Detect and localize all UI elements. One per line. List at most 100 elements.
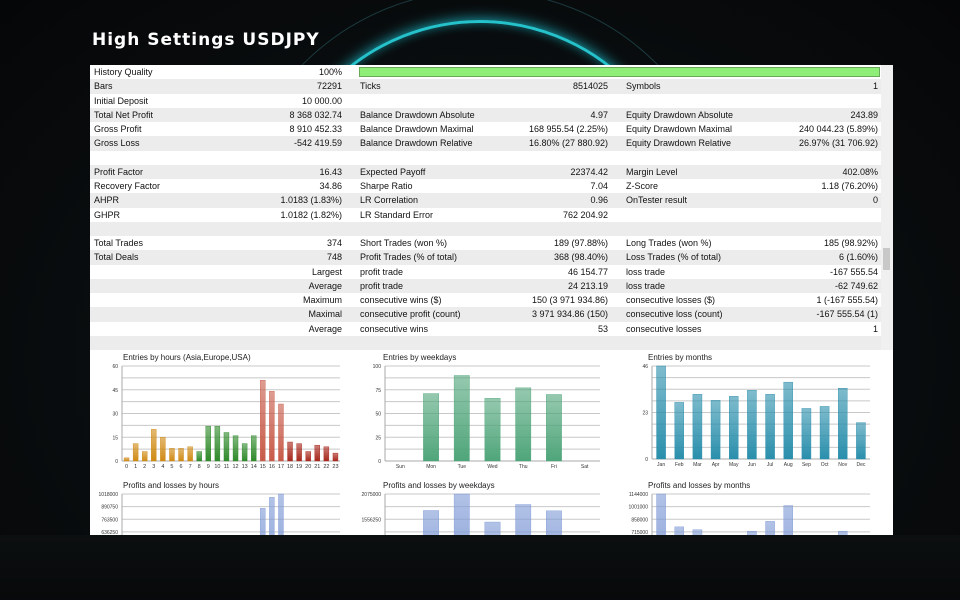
y-tick-label: 1001000 xyxy=(629,505,649,511)
chart-bar xyxy=(765,521,775,535)
chart-bar xyxy=(710,400,721,460)
x-tick-label: 23 xyxy=(332,464,338,470)
row-value: 46 154.77 xyxy=(567,266,608,277)
chart-bar xyxy=(314,444,320,462)
chart-bar xyxy=(546,510,562,535)
x-tick-label: 9 xyxy=(207,464,210,470)
row-value: 185 (98.92%) xyxy=(823,238,878,248)
x-tick-label: Sun xyxy=(396,464,405,470)
row-value: 16.80% (27 880.92) xyxy=(528,138,608,149)
chart-bar xyxy=(214,425,221,462)
x-tick-label: Sat xyxy=(581,464,589,470)
chart-bar xyxy=(453,493,470,535)
y-tick-label: 75 xyxy=(375,388,381,394)
row-value: 34.86 xyxy=(319,181,342,191)
y-tick-label: 0 xyxy=(645,457,648,463)
x-tick-label: Mon xyxy=(426,464,436,470)
chart-bar xyxy=(196,451,202,462)
row-value: Largest xyxy=(311,266,342,277)
report-row: Initial Deposit 10 000.00 xyxy=(90,94,881,108)
x-tick-label: 7 xyxy=(189,464,192,470)
chart-bar xyxy=(674,526,684,535)
vertical-scrollbar[interactable] xyxy=(881,65,893,350)
x-tick-label: Sep xyxy=(802,462,811,468)
row-value: 374 xyxy=(326,238,342,248)
row-label: Total Trades xyxy=(94,238,144,248)
x-tick-label: Jul xyxy=(767,462,773,468)
chart-svg: 0153045600 1 2 3 4 5 6 7 8 9 10 11 12 13 14 15 16 17 18 19 2… xyxy=(112,364,340,470)
y-tick-label: 23 xyxy=(642,411,648,417)
backtest-report-panel: History Quality 100% Bars 72291 Ticks 85140… xyxy=(90,65,893,535)
row-value: 240 044.23 (5.89%) xyxy=(798,124,878,134)
row-value: 1 xyxy=(872,323,878,334)
row-value: 1 (-167 555.54) xyxy=(816,295,878,305)
report-row: GHPR 1.0182 (1.82%) LR Standard Error 762 2… xyxy=(90,208,881,222)
row-label: Balance Drawdown Absolute xyxy=(360,109,475,120)
x-tick-label: 21 xyxy=(314,464,320,470)
row-label: consecutive profit (count) xyxy=(360,309,461,320)
x-tick-label: Apr xyxy=(712,462,720,468)
row-label: History Quality xyxy=(94,67,153,77)
chart-bar xyxy=(305,451,311,462)
row-value: 3 971 934.86 (150) xyxy=(531,309,608,320)
row-value: 4.97 xyxy=(590,109,608,120)
report-row: Largest profit trade 46 154.77 loss trade -1… xyxy=(90,265,881,279)
row-label: Balance Drawdown Relative xyxy=(360,138,473,149)
report-row: Average profit trade 24 213.19 loss trade -6… xyxy=(90,278,881,293)
history-quality-bar xyxy=(359,67,880,77)
row-value: Maximal xyxy=(308,309,342,320)
y-tick-label: 2075000 xyxy=(362,492,382,498)
row-label: consecutive losses xyxy=(626,323,702,334)
chart-bar xyxy=(123,457,130,462)
row-label: Sharpe Ratio xyxy=(360,181,413,191)
row-label: Profit Factor xyxy=(94,166,144,177)
row-label: OnTester result xyxy=(626,195,688,206)
x-tick-label: 19 xyxy=(296,464,302,470)
row-value: 26.97% (31 706.92) xyxy=(798,138,878,149)
y-tick-label: 30 xyxy=(112,412,118,418)
chart-bar xyxy=(747,390,757,460)
x-tick-label: 13 xyxy=(242,464,248,470)
x-tick-label: 3 xyxy=(152,464,155,470)
row-value: 368 (98.40%) xyxy=(553,252,608,263)
report-row xyxy=(90,221,881,236)
x-tick-label: Wed xyxy=(487,464,497,470)
x-tick-label: 4 xyxy=(161,464,164,470)
y-tick-label: 0 xyxy=(378,459,381,465)
row-value: 7.04 xyxy=(590,181,608,191)
chart-bar xyxy=(278,403,284,462)
x-tick-label: 17 xyxy=(278,464,284,470)
x-tick-label: 22 xyxy=(323,464,329,470)
y-tick-label: 25 xyxy=(375,435,381,441)
chart-bar xyxy=(332,452,339,462)
chart-bar xyxy=(729,396,739,460)
chart-bar xyxy=(260,508,266,535)
chart-bar xyxy=(241,443,248,462)
report-row xyxy=(90,335,881,350)
chart-bar xyxy=(453,375,470,462)
row-value: 0 xyxy=(872,195,878,206)
report-row xyxy=(90,151,881,165)
x-tick-label: 5 xyxy=(170,464,173,470)
x-tick-label: Aug xyxy=(784,462,793,468)
report-row: Total Net Profit 8 368 032.74 Balance Draw… xyxy=(90,107,881,122)
x-tick-label: Nov xyxy=(838,462,847,468)
chart-bar xyxy=(546,394,562,462)
x-tick-label: Thu xyxy=(519,464,528,470)
y-tick-label: 46 xyxy=(642,364,648,370)
row-value: -167 555.54 (1) xyxy=(816,309,878,320)
x-tick-label: 0 xyxy=(125,464,128,470)
row-label: LR Correlation xyxy=(360,195,419,206)
chart-bar xyxy=(251,435,257,462)
scrollbar-thumb[interactable] xyxy=(883,248,890,270)
x-tick-label: 18 xyxy=(287,464,293,470)
x-tick-label: 11 xyxy=(224,464,230,470)
chart-svg: 15562502075000SunMonTueWedThuFriSat xyxy=(362,492,600,535)
row-value: Average xyxy=(308,323,342,334)
chart-bar xyxy=(132,443,139,462)
row-label: Symbols xyxy=(626,81,661,92)
chart-bar xyxy=(515,504,532,535)
row-label: Balance Drawdown Maximal xyxy=(360,124,474,134)
chart-bar xyxy=(801,408,812,460)
row-value: 22374.42 xyxy=(570,166,608,177)
